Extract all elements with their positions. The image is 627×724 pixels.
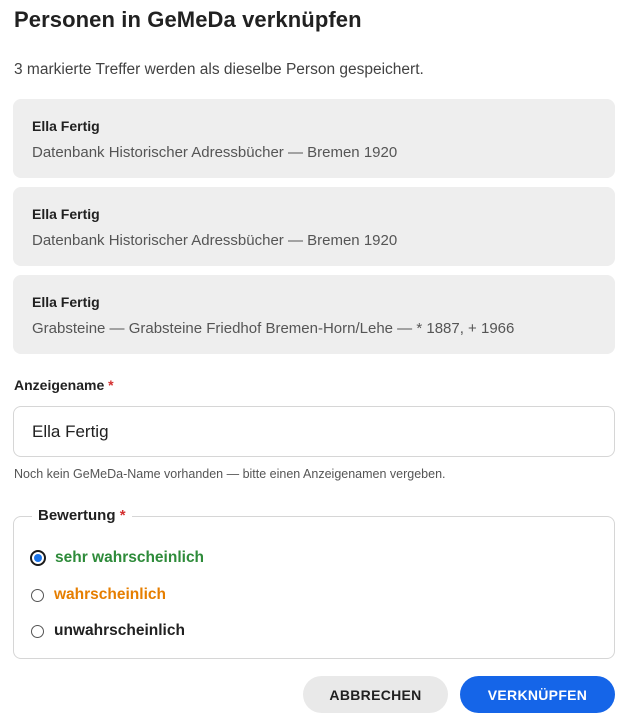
rating-option-label[interactable]: wahrscheinlich (54, 586, 166, 604)
radio-checked-icon[interactable] (30, 550, 46, 566)
display-name-label-text: Anzeigename (14, 377, 105, 393)
radio-unchecked-icon[interactable] (31, 588, 44, 602)
cancel-button[interactable]: ABBRECHEN (303, 676, 448, 713)
radio-unchecked-icon[interactable] (31, 624, 44, 638)
dialog-subtitle: 3 markierte Treffer werden als dieselbe … (14, 61, 424, 78)
rating-option-very-likely[interactable]: sehr wahrscheinlich (30, 549, 204, 567)
link-button[interactable]: VERKNÜPFEN (460, 676, 615, 713)
hit-name: Ella Fertig (32, 206, 100, 222)
hit-source: Datenbank Historischer Adressbücher — Br… (32, 232, 398, 249)
display-name-label: Anzeigename * (14, 377, 114, 393)
rating-option-likely[interactable]: wahrscheinlich (31, 586, 166, 604)
hit-name: Ella Fertig (32, 118, 100, 134)
hit-card: Ella Fertig Datenbank Historischer Adres… (13, 187, 615, 266)
hit-name: Ella Fertig (32, 294, 100, 310)
rating-option-unlikely[interactable]: unwahrscheinlich (31, 622, 185, 640)
rating-option-label[interactable]: sehr wahrscheinlich (55, 549, 204, 567)
display-name-input[interactable] (13, 406, 615, 457)
rating-option-label[interactable]: unwahrscheinlich (54, 622, 185, 640)
required-mark: * (108, 377, 114, 393)
rating-legend: Bewertung * (32, 507, 132, 524)
hit-card: Ella Fertig Grabsteine — Grabsteine Frie… (13, 275, 615, 354)
hit-card: Ella Fertig Datenbank Historischer Adres… (13, 99, 615, 178)
dialog-title: Personen in GeMeDa verknüpfen (14, 7, 362, 32)
hit-source: Datenbank Historischer Adressbücher — Br… (32, 144, 398, 161)
required-mark: * (119, 507, 126, 524)
display-name-hint: Noch kein GeMeDa-Name vorhanden — bitte … (14, 467, 446, 481)
rating-legend-text: Bewertung (38, 507, 116, 524)
hit-source: Grabsteine — Grabsteine Friedhof Bremen-… (32, 320, 515, 337)
